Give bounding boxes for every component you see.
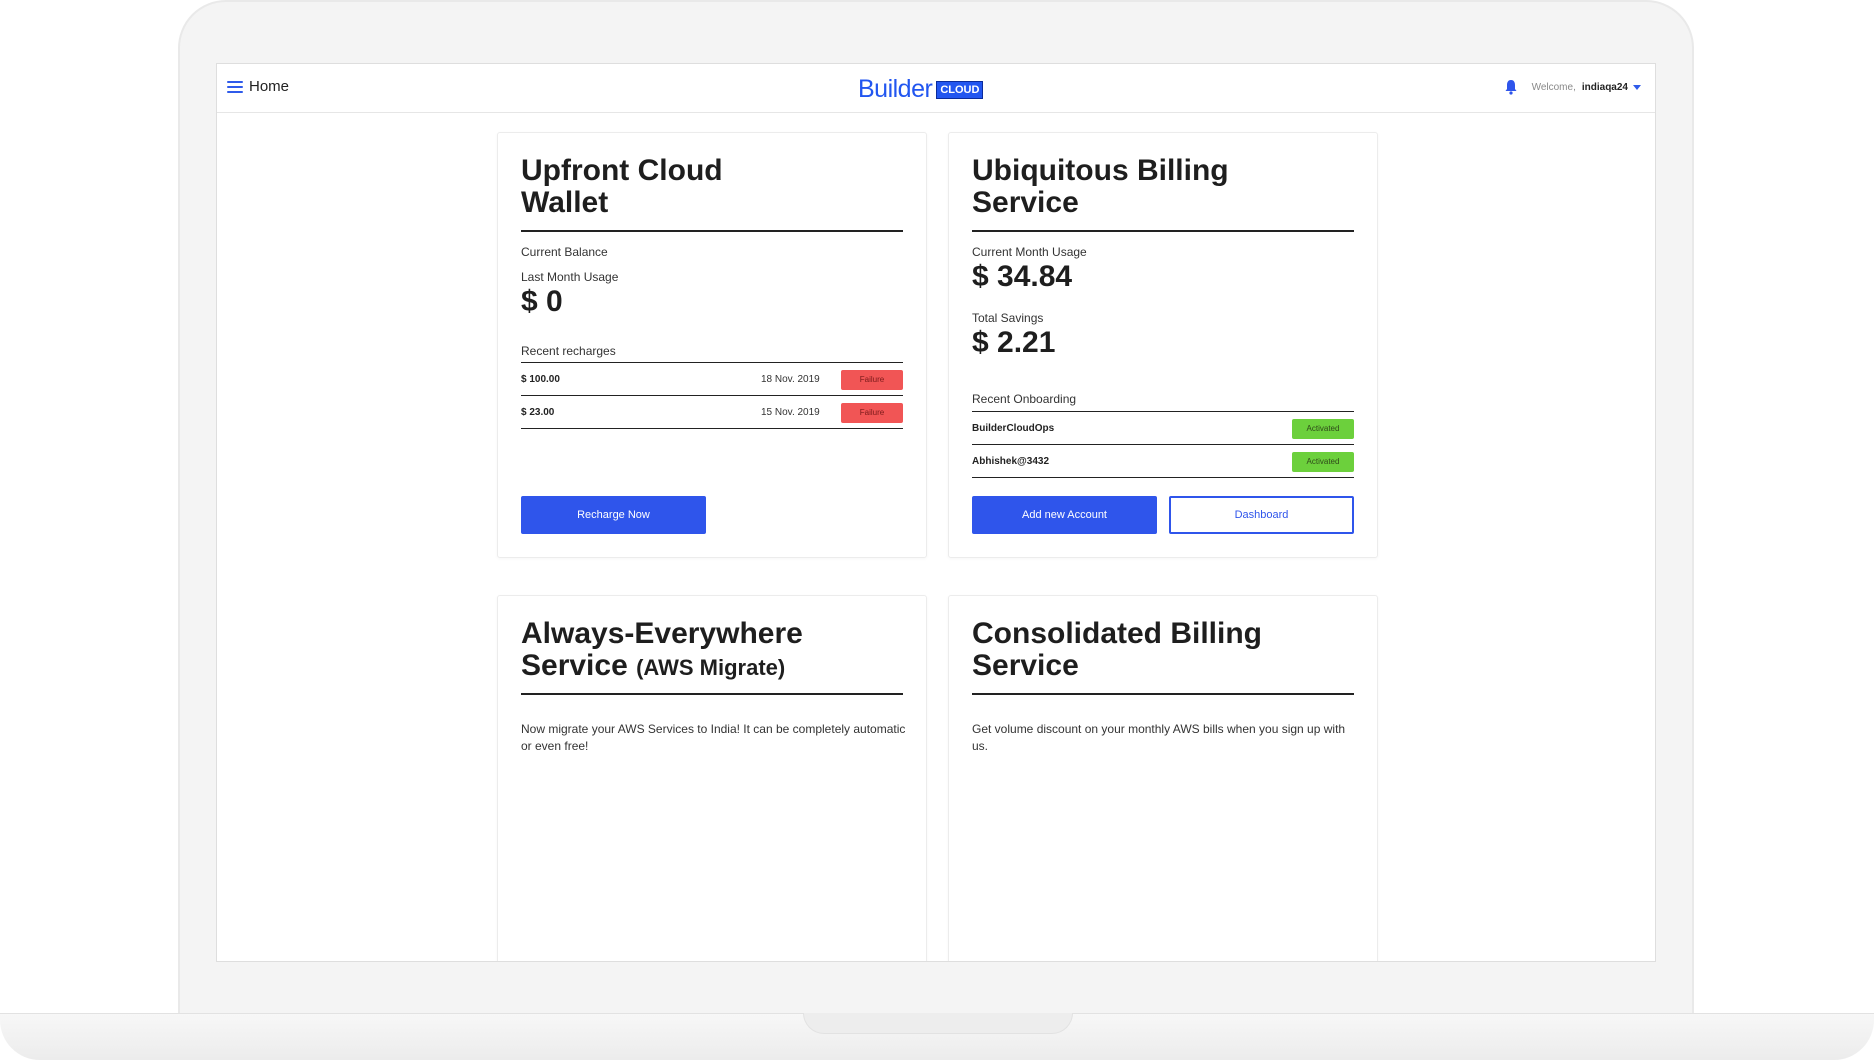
account-name: BuilderCloudOps: [972, 423, 1055, 434]
bell-icon[interactable]: [1504, 79, 1518, 95]
wallet-title: Upfront Cloud Wallet: [521, 155, 901, 219]
table-row: $ 23.00 15 Nov. 2019 Failure: [521, 396, 903, 429]
top-bar: Home Builder CLOUD Welcome, indiaqa24: [217, 64, 1655, 113]
total-savings-label: Total Savings: [972, 311, 1044, 325]
divider: [521, 693, 903, 695]
table-row: $ 100.00 18 Nov. 2019 Failure: [521, 363, 903, 396]
current-balance-label: Current Balance: [521, 245, 608, 259]
wallet-title-line1: Upfront Cloud: [521, 154, 723, 187]
last-month-amount: $ 0: [521, 285, 563, 318]
account-name: Abhishek@3432: [972, 456, 1050, 467]
billing-card: Ubiquitous Billing Service Current Month…: [948, 132, 1378, 558]
welcome-text: Welcome,: [1531, 81, 1576, 93]
migrate-description: Now migrate your AWS Services to India! …: [521, 722, 906, 753]
total-savings-amount: $ 2.21: [972, 326, 1056, 359]
user-area: Welcome, indiaqa24: [1504, 79, 1641, 95]
app-screen: Home Builder CLOUD Welcome, indiaqa24 Up…: [216, 63, 1656, 962]
hamburger-icon[interactable]: [227, 80, 243, 93]
recharge-amount: $ 23.00: [521, 407, 555, 418]
divider: [972, 693, 1354, 695]
table-row: BuilderCloudOps Activated: [972, 412, 1354, 445]
wallet-title-line2: Wallet: [521, 186, 609, 219]
home-label[interactable]: Home: [249, 78, 289, 95]
consolidated-description: Get volume discount on your monthly AWS …: [972, 722, 1346, 753]
billing-title: Ubiquitous Billing Service: [972, 155, 1352, 219]
billing-title-line1: Ubiquitous Billing: [972, 154, 1229, 187]
migrate-title-sub: (AWS Migrate): [636, 655, 786, 680]
migrate-title-line1: Always-Everywhere: [521, 617, 803, 650]
current-usage-label: Current Month Usage: [972, 245, 1087, 259]
divider: [521, 230, 903, 232]
status-badge: Failure: [841, 403, 903, 423]
current-usage-amount: $ 34.84: [972, 260, 1073, 293]
dashboard-button[interactable]: Dashboard: [1169, 496, 1354, 534]
onboarding-table: BuilderCloudOps Activated Abhishek@3432 …: [972, 411, 1354, 478]
recharge-amount: $ 100.00: [521, 374, 560, 385]
consolidated-title-line1: Consolidated Billing: [972, 617, 1262, 650]
consolidated-title: Consolidated Billing Service: [972, 618, 1352, 682]
builder-cloud-logo[interactable]: Builder CLOUD: [858, 75, 984, 104]
wallet-card: Upfront Cloud Wallet Current Balance Las…: [497, 132, 927, 558]
chevron-down-icon[interactable]: [1633, 84, 1641, 90]
recharge-date: 15 Nov. 2019: [761, 407, 820, 418]
last-month-label: Last Month Usage: [521, 270, 619, 284]
billing-title-line2: Service: [972, 186, 1079, 219]
divider: [972, 230, 1354, 232]
username[interactable]: indiaqa24: [1582, 82, 1628, 93]
add-new-account-button[interactable]: Add new Account: [972, 496, 1157, 534]
status-badge: Activated: [1292, 452, 1354, 472]
consolidated-title-line2: Service: [972, 649, 1079, 682]
home-menu-button[interactable]: Home: [227, 78, 289, 95]
recharges-table: $ 100.00 18 Nov. 2019 Failure $ 23.00 15…: [521, 362, 903, 429]
recent-recharges-label: Recent recharges: [521, 344, 616, 358]
status-badge: Failure: [841, 370, 903, 390]
table-row: Abhishek@3432 Activated: [972, 445, 1354, 478]
consolidated-card: Consolidated Billing Service Get volume …: [948, 595, 1378, 961]
recharge-date: 18 Nov. 2019: [761, 374, 820, 385]
logo-text: Builder: [858, 75, 933, 103]
recharge-now-button[interactable]: Recharge Now: [521, 496, 706, 534]
laptop-notch: [803, 1013, 1073, 1034]
status-badge: Activated: [1292, 419, 1354, 439]
migrate-title: Always-Everywhere Service (AWS Migrate): [521, 618, 901, 684]
migrate-title-line2: Service: [521, 649, 628, 682]
logo-badge: CLOUD: [936, 80, 984, 99]
recent-onboarding-label: Recent Onboarding: [972, 392, 1077, 406]
migrate-card: Always-Everywhere Service (AWS Migrate) …: [497, 595, 927, 961]
